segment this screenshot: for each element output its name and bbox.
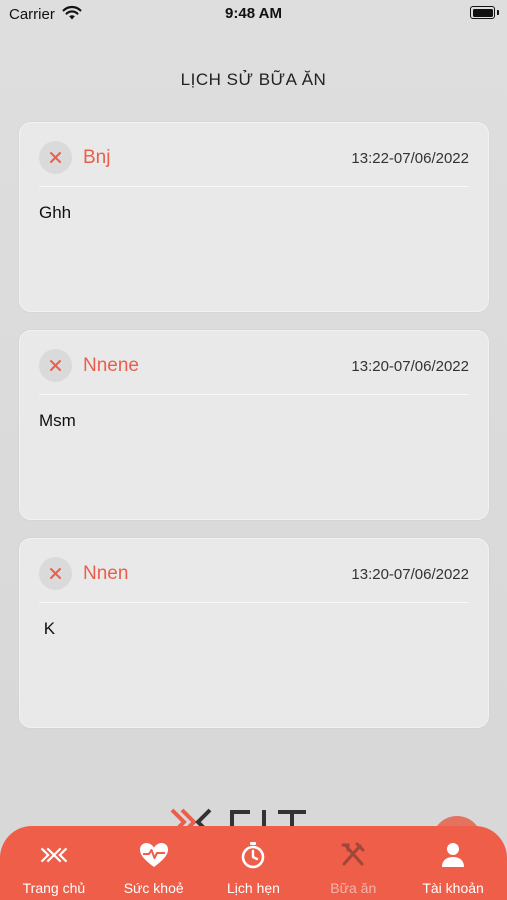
meal-name: Nnen bbox=[83, 563, 129, 584]
tab-appointments[interactable]: Lịch hẹn bbox=[204, 826, 304, 900]
meal-datetime: 13:20-07/06/2022 bbox=[351, 566, 469, 583]
meal-card[interactable]: Bnj 13:22-07/06/2022 Ghh bbox=[19, 122, 489, 312]
page-title: LỊCH SỬ BỮA ĂN bbox=[180, 70, 327, 89]
delete-meal-button[interactable] bbox=[39, 141, 72, 174]
tab-health[interactable]: Sức khoẻ bbox=[104, 826, 204, 900]
bottom-tab-bar: Trang chủ Sức khoẻ Lịch hẹn Bữa ăn Tài k… bbox=[0, 826, 507, 900]
delete-meal-button[interactable] bbox=[39, 557, 72, 590]
card-divider bbox=[39, 394, 469, 395]
stopwatch-icon bbox=[242, 842, 265, 869]
delete-meal-button[interactable] bbox=[39, 349, 72, 382]
close-icon bbox=[50, 568, 61, 579]
meal-datetime: 13:20-07/06/2022 bbox=[351, 358, 469, 375]
meal-name: Nnene bbox=[83, 355, 139, 376]
card-divider bbox=[39, 602, 469, 603]
tab-home[interactable]: Trang chủ bbox=[4, 826, 104, 900]
tab-label: Sức khoẻ bbox=[123, 880, 184, 896]
close-icon bbox=[50, 152, 61, 163]
tab-label: Trang chủ bbox=[22, 880, 86, 896]
meal-card[interactable]: Nnene 13:20-07/06/2022 Msm bbox=[19, 330, 489, 520]
meal-note: K bbox=[39, 619, 56, 638]
tab-account[interactable]: Tài khoản bbox=[403, 826, 503, 900]
meal-note: Ghh bbox=[39, 203, 72, 222]
meal-card[interactable]: Nnen 13:20-07/06/2022 K bbox=[19, 538, 489, 728]
battery-icon bbox=[470, 6, 499, 19]
tab-meals[interactable]: Bữa ăn bbox=[303, 826, 403, 900]
user-icon bbox=[442, 843, 465, 867]
meal-history-screen: Carrier 9:48 AM LỊCH SỬ BỮA ĂN Bnj 13:22… bbox=[0, 0, 507, 900]
tab-label: Lịch hẹn bbox=[227, 880, 280, 896]
tab-label: Bữa ăn bbox=[330, 880, 377, 896]
close-icon bbox=[50, 360, 61, 371]
heart-pulse-icon bbox=[139, 843, 168, 867]
card-divider bbox=[39, 186, 469, 187]
clock: 9:48 AM bbox=[225, 5, 282, 22]
tab-label: Tài khoản bbox=[422, 880, 484, 896]
meal-note: Msm bbox=[39, 411, 76, 430]
meal-datetime: 13:22-07/06/2022 bbox=[351, 150, 469, 167]
fork-knife-icon bbox=[341, 842, 365, 866]
status-bar: Carrier 9:48 AM bbox=[0, 0, 507, 28]
home-chevrons-icon bbox=[40, 847, 68, 863]
meal-name: Bnj bbox=[83, 147, 111, 168]
